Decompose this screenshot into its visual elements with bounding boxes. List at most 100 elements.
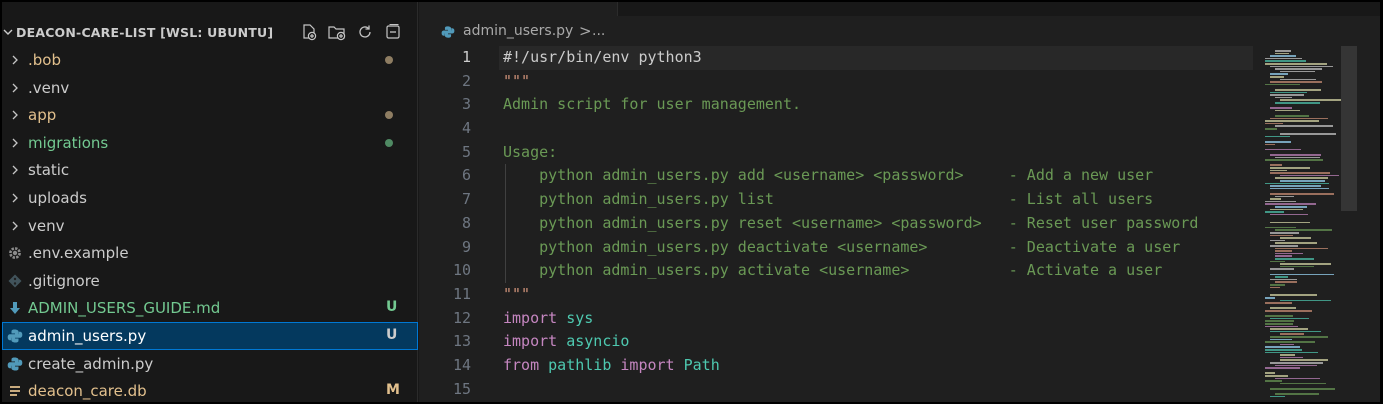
minimap-line xyxy=(1265,200,1297,203)
code-token: import xyxy=(620,355,675,374)
explorer-header[interactable]: DEACON-CARE-LIST [WSL: UBUNTU] xyxy=(2,19,418,45)
tree-item-venv[interactable]: venv xyxy=(2,212,418,240)
minimap-line xyxy=(1270,213,1309,216)
line-number: 14 xyxy=(452,355,471,374)
code-line[interactable]: 10 python admin_users.py activate <usern… xyxy=(419,259,1259,283)
code-text: python admin_users.py list - List all us… xyxy=(503,190,1153,208)
python-icon xyxy=(7,329,23,343)
code-line[interactable]: 1 #!/usr/bin/env python3 xyxy=(419,46,1259,70)
line-number: 1 xyxy=(461,48,471,66)
tree-item-app[interactable]: app xyxy=(2,101,418,129)
tree-item-admin-users-py[interactable]: admin_users.py U xyxy=(2,321,418,350)
minimap-line xyxy=(1270,317,1310,320)
collapse-all-icon[interactable] xyxy=(382,22,404,42)
code-token: Admin script for user management. xyxy=(503,95,802,114)
minimap-line xyxy=(1265,349,1303,351)
code-line[interactable]: 2 """ xyxy=(419,70,1259,94)
minimap-line xyxy=(1270,76,1285,78)
code-token: python admin_users.py activate <username… xyxy=(503,261,1163,280)
minimap-line xyxy=(1270,232,1299,234)
minimap-line xyxy=(1270,117,1328,120)
minimap-line xyxy=(1270,294,1317,296)
code-line[interactable]: 13 import asyncio xyxy=(419,330,1259,354)
code-line[interactable]: 14 from pathlib import Path xyxy=(419,354,1259,378)
minimap-line xyxy=(1265,148,1302,151)
minimap-line xyxy=(1270,268,1294,270)
minimap[interactable] xyxy=(1261,46,1343,402)
tree-item-bob[interactable]: .bob xyxy=(2,46,418,74)
minimap-line xyxy=(1265,325,1298,328)
minimap-line xyxy=(1280,78,1316,81)
minimap-line xyxy=(1275,96,1293,99)
minimap-line xyxy=(1270,167,1310,169)
explorer-title[interactable]: DEACON-CARE-LIST [WSL: UBUNTU] xyxy=(16,25,273,40)
code-line[interactable]: 9 python admin_users.py deactivate <user… xyxy=(419,235,1259,260)
minimap-line xyxy=(1280,299,1332,302)
tree-item-deacon-care-db[interactable]: deacon_care.db M xyxy=(2,377,418,402)
minimap-line xyxy=(1275,89,1321,91)
chevron-down-icon[interactable] xyxy=(2,26,14,38)
tree-item-label: ADMIN_USERS_GUIDE.md xyxy=(28,299,221,318)
new-folder-icon[interactable] xyxy=(326,22,348,42)
python-icon xyxy=(441,26,455,38)
code-text: python admin_users.py add <username> <pa… xyxy=(503,166,1153,184)
tree-item-static[interactable]: static xyxy=(2,156,418,184)
tree-item-uploads[interactable]: uploads xyxy=(2,184,418,212)
code-line[interactable]: 6 python admin_users.py add <username> <… xyxy=(419,164,1259,189)
minimap-line xyxy=(1270,94,1305,96)
refresh-icon[interactable] xyxy=(354,22,376,42)
minimap-line xyxy=(1280,180,1325,182)
tree-item-admin-users-guide[interactable]: ADMIN_USERS_GUIDE.md U xyxy=(2,294,418,322)
breadcrumb-symbols[interactable]: ... xyxy=(592,23,605,39)
code-line[interactable]: 5 Usage: xyxy=(419,141,1259,165)
minimap-line xyxy=(1275,393,1319,395)
minimap-line xyxy=(1275,52,1290,55)
line-number: 7 xyxy=(461,190,471,209)
minimap-line xyxy=(1280,354,1295,356)
minimap-line xyxy=(1265,341,1316,343)
code-area[interactable]: 1 #!/usr/bin/env python3 2 """ 3 Admin script… xyxy=(419,46,1259,401)
minimap-line xyxy=(1265,372,1276,374)
code-line[interactable]: 4 xyxy=(419,117,1259,141)
minimap-line xyxy=(1270,221,1311,224)
minimap-line xyxy=(1270,234,1293,237)
minimap-line xyxy=(1270,91,1308,94)
breadcrumb-file[interactable]: admin_users.py xyxy=(463,23,573,39)
minimap-line xyxy=(1280,237,1312,239)
scrollbar-thumb[interactable] xyxy=(1341,46,1357,211)
minimap-line xyxy=(1265,310,1313,312)
line-number: 12 xyxy=(452,308,471,327)
code-line[interactable]: 12 import sys xyxy=(419,307,1259,331)
tree-item-gitignore[interactable]: .gitignore xyxy=(2,267,418,295)
minimap-line xyxy=(1280,133,1337,135)
minimap-line xyxy=(1265,323,1294,325)
tree-item-label: .env.example xyxy=(28,244,129,263)
chevron-right-icon xyxy=(12,138,18,148)
minimap-line xyxy=(1265,297,1276,299)
minimap-line xyxy=(1265,120,1319,122)
tab-admin-users-py[interactable] xyxy=(419,2,618,16)
code-line[interactable]: 8 python admin_users.py reset <username>… xyxy=(419,211,1259,236)
tree-item-migrations[interactable]: migrations xyxy=(2,129,418,157)
new-file-icon[interactable] xyxy=(298,22,320,42)
minimap-line xyxy=(1265,141,1292,143)
code-line[interactable]: 3 Admin script for user management. xyxy=(419,93,1259,117)
code-line[interactable]: 15 xyxy=(419,378,1259,402)
code-token: import xyxy=(503,308,558,327)
code-line[interactable]: 11 """ xyxy=(419,283,1259,307)
line-number: 4 xyxy=(461,119,471,138)
gear-icon xyxy=(9,247,21,260)
code-token: Usage: xyxy=(503,142,558,161)
vertical-scrollbar[interactable] xyxy=(1341,46,1357,402)
tree-item-env-example[interactable]: .env.example xyxy=(2,239,418,267)
tree-item-create-admin[interactable]: create_admin.py xyxy=(2,350,418,378)
minimap-line xyxy=(1265,63,1327,65)
line-number: 10 xyxy=(452,261,471,280)
minimap-line xyxy=(1275,177,1329,179)
minimap-line xyxy=(1270,395,1286,398)
tree-item-venv-hidden[interactable]: .venv xyxy=(2,74,418,102)
minimap-line xyxy=(1270,336,1328,338)
code-line[interactable]: 7 python admin_users.py list - List all … xyxy=(419,188,1259,212)
minimap-line xyxy=(1270,193,1335,195)
minimap-line xyxy=(1280,70,1315,73)
